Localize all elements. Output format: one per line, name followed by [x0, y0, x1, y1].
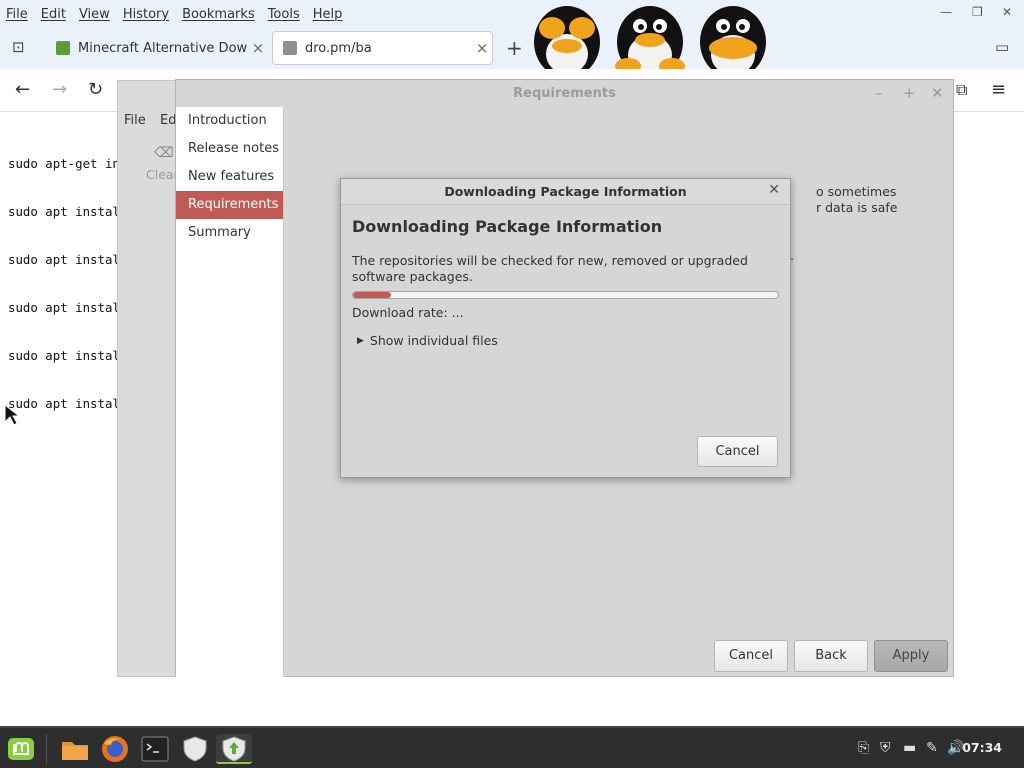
clock[interactable]: 07:34: [962, 740, 1002, 755]
maximize-icon[interactable]: +: [903, 84, 916, 102]
tab-dro-pm[interactable]: dro.pm/ba ×: [272, 31, 493, 65]
firefox-view-icon[interactable]: ⊡: [12, 38, 25, 56]
security-shield-icon[interactable]: ⛨: [880, 740, 891, 756]
minecraft-favicon-icon: [56, 41, 70, 55]
code-line: sudo apt instal: [8, 396, 120, 411]
window-title: Requirements: [513, 86, 616, 101]
sidebar-item-introduction[interactable]: Introduction: [176, 107, 283, 135]
dialog-cancel-button[interactable]: Cancel: [697, 436, 778, 467]
tab-label: Minecraft Alternative Down: [78, 40, 248, 56]
menu-tools[interactable]: Tools: [268, 7, 300, 22]
tab-close-icon[interactable]: ×: [472, 39, 492, 57]
download-progress-bar: [352, 291, 779, 299]
dialog-heading: Downloading Package Information: [352, 217, 663, 236]
steps-sidebar: Introduction Release notes New features …: [176, 107, 284, 677]
sidebar-item-release-notes[interactable]: Release notes: [176, 135, 283, 163]
requirements-text-fragment: o sometimes: [816, 184, 897, 199]
minimize-icon[interactable]: –: [875, 84, 883, 102]
sidebar-item-summary[interactable]: Summary: [176, 219, 283, 247]
tab-label: dro.pm/ba: [305, 40, 372, 56]
drive-icon[interactable]: ▬: [903, 740, 916, 756]
mouse-pointer-icon: [4, 404, 20, 426]
requirements-text-fragment: r data is safe: [816, 200, 898, 215]
menu-file[interactable]: File: [6, 7, 28, 22]
reload-icon[interactable]: ↻: [88, 80, 103, 100]
network-icon[interactable]: ✎: [926, 740, 938, 756]
menu-file[interactable]: File: [124, 113, 146, 128]
extensions-icon[interactable]: ⧉: [956, 80, 967, 100]
menu-help[interactable]: Help: [313, 7, 343, 22]
tab-strip: ⊡ Minecraft Alternative Down × dro.pm/ba…: [0, 28, 1024, 69]
code-line: sudo apt-get in: [8, 156, 120, 171]
tab-minecraft[interactable]: Minecraft Alternative Down ×: [46, 31, 268, 65]
code-line: sudo apt instal: [8, 348, 120, 363]
hamburger-menu-icon[interactable]: ≡: [991, 80, 1006, 100]
back-arrow-icon[interactable]: ←: [15, 80, 30, 100]
close-icon[interactable]: ✕: [768, 182, 780, 198]
clear-button[interactable]: Clear: [146, 167, 179, 182]
code-line: sudo apt instal: [8, 252, 120, 267]
taskbar-separator: [46, 734, 47, 764]
menu-edit[interactable]: Edit: [41, 7, 66, 22]
firefox-icon[interactable]: [100, 734, 130, 764]
forward-arrow-icon[interactable]: →: [52, 80, 67, 100]
tab-list-icon[interactable]: ▭: [995, 38, 1009, 56]
dialog-message: The repositories will be checked for new…: [352, 253, 748, 284]
dialog-title: Downloading Package Information: [341, 179, 790, 205]
new-tab-icon[interactable]: +: [506, 36, 523, 60]
close-icon[interactable]: ✕: [931, 84, 944, 102]
browser-menubar: File Edit View History Bookmarks Tools H…: [0, 0, 1024, 28]
tab-close-icon[interactable]: ×: [248, 39, 268, 57]
menu-bookmarks[interactable]: Bookmarks: [182, 7, 255, 22]
shield-icon[interactable]: [180, 734, 210, 764]
page-favicon-icon: [283, 41, 297, 55]
download-rate-label: Download rate: ...: [352, 305, 464, 320]
close-icon[interactable]: ✕: [1002, 5, 1012, 19]
expander-arrow-icon: ▶: [357, 335, 364, 346]
minimize-icon[interactable]: —: [940, 5, 952, 19]
penguins-image: [530, 0, 770, 78]
download-dialog: Downloading Package Information ✕ Downlo…: [340, 178, 791, 478]
clipboard-icon[interactable]: ⎘: [858, 740, 869, 756]
apply-button[interactable]: Apply: [874, 640, 948, 672]
cancel-button[interactable]: Cancel: [714, 640, 788, 672]
sidebar-item-requirements[interactable]: Requirements: [176, 191, 283, 219]
clear-icon: ⌫: [154, 145, 174, 161]
terminal-icon[interactable]: [140, 734, 170, 764]
menu-view[interactable]: View: [79, 7, 110, 22]
sidebar-item-new-features[interactable]: New features: [176, 163, 283, 191]
code-line: sudo apt instal: [8, 300, 120, 315]
progress-fill: [353, 292, 392, 298]
update-manager-icon[interactable]: [216, 734, 252, 764]
restore-icon[interactable]: ❐: [972, 5, 983, 19]
mint-menu-icon[interactable]: [6, 734, 36, 764]
file-manager-icon[interactable]: [60, 734, 90, 764]
menu-history[interactable]: History: [123, 7, 169, 22]
expander-label: Show individual files: [369, 333, 498, 348]
code-line: sudo apt instal: [8, 204, 120, 219]
taskbar: ⎘ ⛨ ▬ ✎ 🔊 07:34: [0, 726, 1024, 768]
back-button[interactable]: Back: [794, 640, 868, 672]
show-files-expander[interactable]: ▶ Show individual files: [357, 333, 498, 348]
page-content: sudo apt-get in sudo apt instal sudo apt…: [8, 124, 120, 428]
